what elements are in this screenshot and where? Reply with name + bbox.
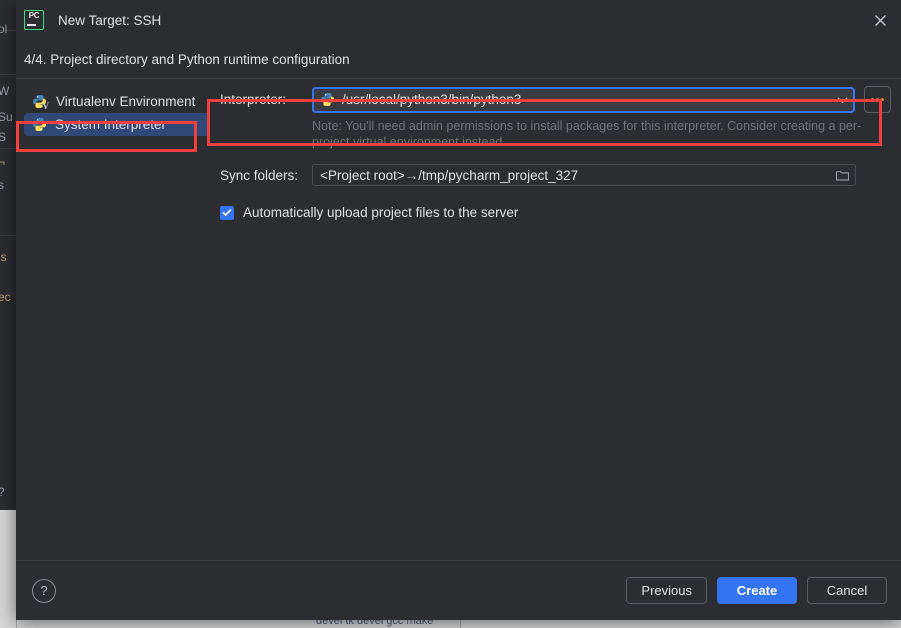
python-icon	[320, 92, 335, 107]
dialog-body: V Virtualenv Environment System Interpre…	[16, 79, 901, 560]
close-icon[interactable]	[865, 5, 895, 35]
sidebar-item-label: Virtualenv Environment	[56, 94, 195, 109]
sync-folders-row: Sync folders: <Project root>→/tmp/pychar…	[220, 164, 891, 186]
interpreter-browse-button[interactable]	[864, 86, 891, 113]
python-icon	[32, 117, 47, 132]
ellipsis-icon-dot	[876, 98, 879, 101]
dialog-footer: ? Previous Create Cancel	[16, 560, 901, 620]
folder-icon[interactable]	[831, 165, 853, 185]
background-left-toolstrip: ol W Su S ¬ s is ec ?	[0, 0, 17, 510]
bg-fragment: Su	[0, 110, 13, 124]
configuration-form: Interpreter: /usr/local/python3/bin/pyth…	[220, 79, 891, 220]
bg-fragment: ol	[0, 22, 7, 36]
dialog-titlebar: PC New Target: SSH	[16, 0, 901, 40]
help-icon[interactable]: ?	[32, 579, 56, 603]
sidebar-item-virtualenv-environment[interactable]: V Virtualenv Environment	[24, 90, 210, 113]
background-lower-panel	[0, 510, 17, 628]
bg-fragment: ?	[0, 485, 5, 499]
cancel-button[interactable]: Cancel	[807, 577, 887, 604]
sidebar-item-label: System Interpreter	[55, 117, 166, 132]
auto-upload-checkbox-row[interactable]: Automatically upload project files to th…	[220, 205, 891, 220]
bg-fragment: ec	[0, 290, 11, 304]
screen-root: ol W Su S ¬ s is ec ? devel tk devel gcc…	[0, 0, 901, 628]
interpreter-row: Interpreter: /usr/local/python3/bin/pyth…	[220, 86, 891, 113]
new-target-ssh-dialog: PC New Target: SSH 4/4. Project director…	[16, 0, 901, 620]
ellipsis-icon-dot	[871, 98, 874, 101]
python-virtualenv-icon: V	[32, 94, 48, 109]
previous-button[interactable]: Previous	[626, 577, 707, 604]
bg-fragment: is	[0, 250, 7, 264]
wizard-step-text: 4/4. Project directory and Python runtim…	[24, 52, 350, 67]
bg-fragment: s	[0, 178, 4, 192]
interpreter-label: Interpreter:	[220, 92, 312, 107]
auto-upload-label: Automatically upload project files to th…	[243, 205, 518, 220]
sync-folders-label: Sync folders:	[220, 168, 312, 183]
wizard-step-header: 4/4. Project directory and Python runtim…	[16, 40, 901, 79]
interpreter-note: Note: You'll need admin permissions to i…	[312, 118, 872, 150]
bg-fragment: ¬	[0, 155, 5, 169]
sync-folders-input[interactable]: <Project root>→/tmp/pycharm_project_327	[312, 164, 856, 186]
chevron-down-icon[interactable]	[833, 96, 851, 104]
bg-fragment: W	[0, 84, 9, 98]
sync-folders-value: <Project root>→/tmp/pycharm_project_327	[320, 168, 831, 183]
pycharm-pc-icon: PC	[24, 10, 44, 30]
checkmark-icon	[222, 208, 232, 217]
dialog-title: New Target: SSH	[58, 13, 161, 28]
bg-fragment: S	[0, 130, 6, 144]
auto-upload-checkbox[interactable]	[220, 206, 234, 220]
interpreter-select[interactable]: /usr/local/python3/bin/python3	[312, 87, 855, 113]
sidebar-item-system-interpreter[interactable]: System Interpreter	[24, 113, 210, 136]
environment-type-list: V Virtualenv Environment System Interpre…	[24, 90, 210, 136]
interpreter-value: /usr/local/python3/bin/python3	[342, 92, 833, 107]
create-button[interactable]: Create	[717, 577, 797, 604]
ellipsis-icon-dot	[881, 98, 884, 101]
